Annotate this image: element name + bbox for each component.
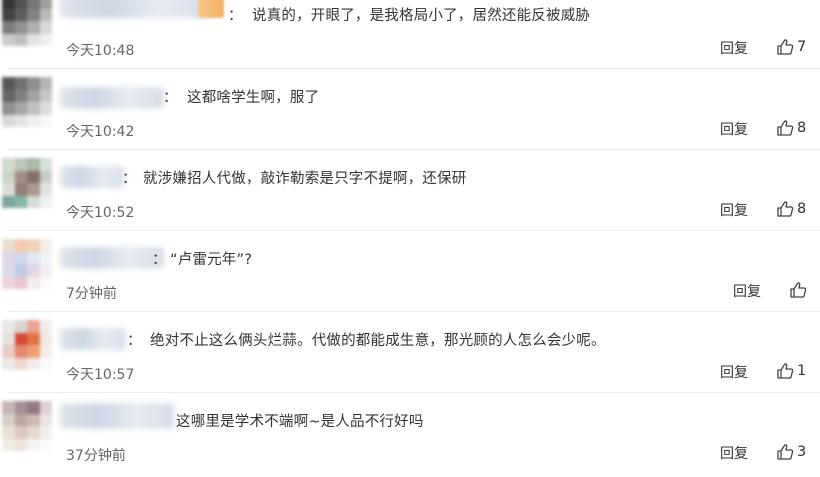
like-count: 8 [797,201,807,217]
reply-button[interactable]: 回复 [720,38,748,58]
comment-item-2: ： 这都啥学生啊，服了 今天10:42 回复 8 [0,77,820,162]
avatar[interactable] [2,0,52,46]
comment-item-6: 这哪里是学术不端啊~是人品不行好吗 37分钟前 回复 3 [0,401,820,477]
comment-time: 7分钟前 [66,286,117,302]
comment-text: 说真的，开眼了，是我格局小了，居然还能反被威胁 [252,8,591,24]
comment-item-5: ： 绝对不止这么俩头烂蒜。代做的都能成生意，那光顾的人怎么会少呢。 今天10:5… [0,320,820,405]
avatar[interactable] [2,158,52,208]
reply-button[interactable]: 回复 [733,281,761,301]
divider [8,230,820,231]
colon: ： [228,8,243,24]
comment-text: 这哪里是学术不端啊~是人品不行好吗 [176,414,424,430]
thumbs-up-icon[interactable] [789,281,807,299]
username-badge [198,0,224,18]
thumbs-up-icon[interactable] [776,362,794,380]
username-blurred[interactable] [60,403,174,429]
avatar[interactable] [2,320,52,370]
colon: ： [152,252,167,268]
username-blurred[interactable] [60,328,126,350]
comment-text: 绝对不止这么俩头烂蒜。代做的都能成生意，那光顾的人怎么会少呢。 [150,333,606,349]
reply-button[interactable]: 回复 [720,362,748,382]
comment-item-3: ： 就涉嫌招人代做，敲诈勒索是只字不提啊，还保研 今天10:52 回复 8 [0,158,820,243]
divider [8,68,820,69]
username-blurred[interactable] [60,247,164,269]
avatar[interactable] [2,77,52,127]
thumbs-up-icon[interactable] [776,443,794,461]
thumbs-up-icon[interactable] [776,38,794,56]
comment-time: 今天10:48 [66,43,135,59]
divider [8,149,820,150]
avatar[interactable] [2,401,52,451]
comment-time: 今天10:52 [66,205,135,221]
divider [8,392,820,393]
username-blurred[interactable] [60,166,124,188]
comment-item-4: ： “卢雷元年”? 7分钟前 回复 [0,239,820,324]
like-count: 3 [797,444,807,460]
like-count: 1 [797,363,807,379]
like-count: 7 [797,39,807,55]
like-count: 8 [797,120,807,136]
comment-text: 就涉嫌招人代做，敲诈勒索是只字不提啊，还保研 [143,171,467,187]
colon: ： [163,90,178,106]
colon: ： [122,171,137,187]
username-blurred[interactable] [60,87,164,109]
reply-button[interactable]: 回复 [720,443,748,463]
comment-time: 今天10:57 [66,367,135,383]
thumbs-up-icon[interactable] [776,119,794,137]
divider [8,311,820,312]
reply-button[interactable]: 回复 [720,200,748,220]
comment-text: “卢雷元年”? [170,252,253,268]
avatar[interactable] [2,239,52,289]
username-blurred[interactable] [60,0,210,18]
comment-item-1: ： 说真的，开眼了，是我格局小了，居然还能反被威胁 今天10:48 回复 7 [0,0,820,81]
reply-button[interactable]: 回复 [720,119,748,139]
comment-time: 37分钟前 [66,448,126,464]
comment-time: 今天10:42 [66,124,135,140]
comment-text: 这都啥学生啊，服了 [187,90,320,106]
thumbs-up-icon[interactable] [776,200,794,218]
colon: ： [127,333,142,349]
